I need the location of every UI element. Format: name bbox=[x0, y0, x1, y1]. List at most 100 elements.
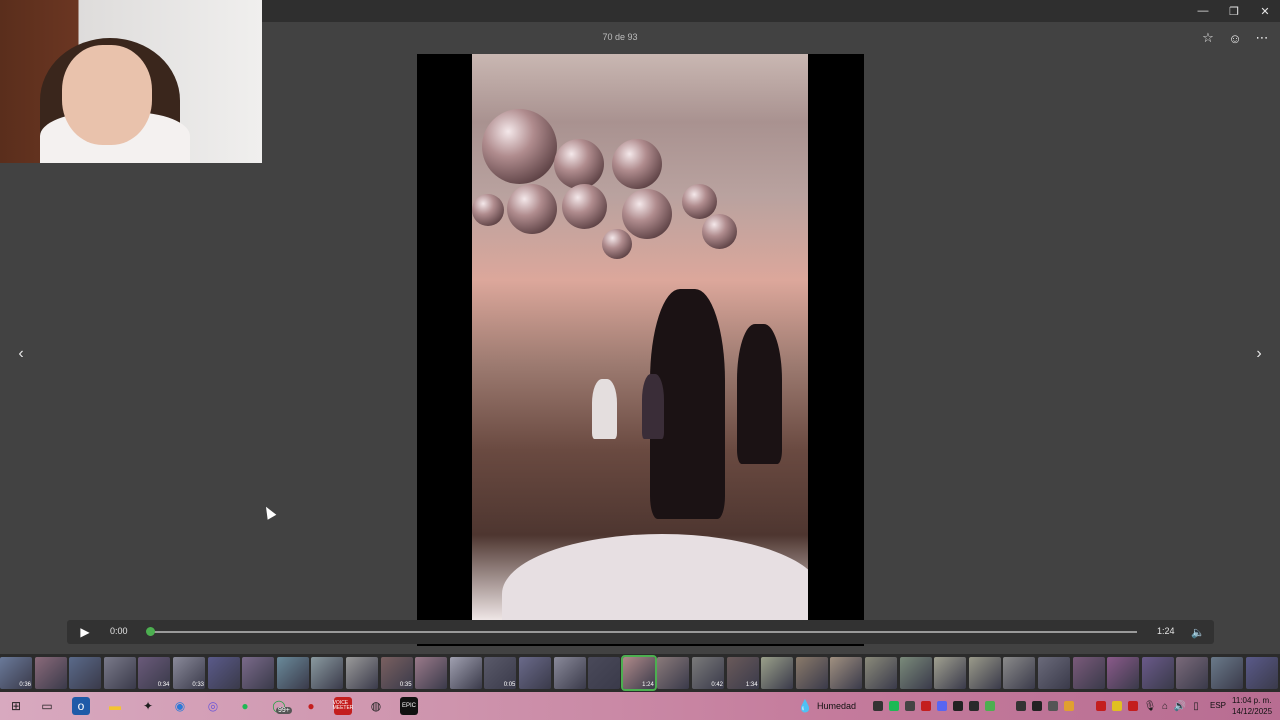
filmstrip-thumbnail[interactable] bbox=[415, 657, 448, 689]
photos-icon[interactable]: ✦ bbox=[139, 697, 157, 715]
filmstrip-thumbnail[interactable] bbox=[899, 657, 932, 689]
tray-icon[interactable] bbox=[1016, 701, 1026, 711]
duration: 1:24 bbox=[1157, 626, 1175, 636]
filmstrip-thumbnail[interactable] bbox=[588, 657, 621, 689]
filmstrip-thumbnail[interactable]: 0:36 bbox=[0, 657, 32, 689]
tray-spotify-icon[interactable] bbox=[889, 701, 899, 711]
filmstrip-thumbnail[interactable]: 0:35 bbox=[380, 657, 413, 689]
disco-ball bbox=[554, 139, 604, 189]
weather-icon[interactable]: 💧 bbox=[796, 697, 814, 715]
minimize-icon[interactable]: — bbox=[1188, 0, 1218, 22]
filmstrip-thumbnail[interactable] bbox=[761, 657, 794, 689]
filmstrip-thumbnail[interactable] bbox=[795, 657, 828, 689]
filmstrip-thumbnail[interactable] bbox=[968, 657, 1001, 689]
filmstrip-thumbnail[interactable] bbox=[34, 657, 67, 689]
filmstrip-thumbnail[interactable] bbox=[1141, 657, 1174, 689]
disco-ball bbox=[612, 139, 662, 189]
seek-track[interactable] bbox=[151, 631, 1137, 633]
playback-controls: ▶ 0:00 1:24 🔈 bbox=[67, 620, 1214, 644]
thumbnail-duration: 1:34 bbox=[745, 682, 758, 688]
filmstrip-thumbnail[interactable] bbox=[103, 657, 136, 689]
battery-icon[interactable]: ▯ bbox=[1187, 697, 1205, 715]
weather-label[interactable]: Humedad bbox=[817, 701, 856, 711]
filmstrip-thumbnail[interactable] bbox=[276, 657, 309, 689]
filmstrip-thumbnail[interactable] bbox=[1176, 657, 1209, 689]
disco-ball bbox=[682, 184, 717, 219]
filmstrip-thumbnail[interactable] bbox=[830, 657, 863, 689]
volume-icon[interactable]: 🔈 bbox=[1190, 624, 1206, 640]
filmstrip-thumbnail[interactable] bbox=[865, 657, 897, 689]
tray-icon[interactable] bbox=[1064, 701, 1074, 711]
filmstrip-thumbnail[interactable] bbox=[1107, 657, 1140, 689]
filmstrip-thumbnail[interactable] bbox=[934, 657, 967, 689]
filmstrip-thumbnail[interactable] bbox=[346, 657, 378, 689]
epic-games-icon[interactable]: EPIC bbox=[400, 697, 418, 715]
app-icon[interactable]: ◎ bbox=[204, 697, 222, 715]
filmstrip-thumbnail[interactable] bbox=[1038, 657, 1070, 689]
filmstrip-thumbnail[interactable] bbox=[1072, 657, 1105, 689]
filmstrip-thumbnail[interactable] bbox=[311, 657, 344, 689]
tray-icon[interactable] bbox=[905, 701, 915, 711]
chrome-icon[interactable]: ◉ bbox=[171, 697, 189, 715]
previous-arrow-icon[interactable]: ‹ bbox=[13, 344, 29, 364]
filmstrip-thumbnail[interactable]: 0:42 bbox=[692, 657, 724, 689]
tray-icon[interactable] bbox=[1032, 701, 1042, 711]
filmstrip-thumbnail[interactable] bbox=[1211, 657, 1243, 689]
filmstrip-thumbnail[interactable] bbox=[242, 657, 275, 689]
play-icon[interactable]: ▶ bbox=[77, 624, 93, 640]
windows-start-icon[interactable]: ⊞ bbox=[7, 697, 25, 715]
tray-icon[interactable] bbox=[1096, 701, 1106, 711]
outlook-icon[interactable]: o bbox=[72, 697, 90, 715]
task-view-icon[interactable]: ▭ bbox=[38, 697, 56, 715]
seek-handle[interactable] bbox=[146, 627, 155, 636]
tray-icon[interactable] bbox=[921, 701, 931, 711]
media-icon[interactable]: ● bbox=[302, 697, 320, 715]
filmstrip: 0:36 0:34 0:33 0:35 0:05 1:24 0:42 1:34 bbox=[0, 654, 1280, 692]
clock-date[interactable]: 14/12/2025 bbox=[1232, 707, 1272, 716]
filmstrip-thumbnail[interactable] bbox=[207, 657, 240, 689]
clock-time[interactable]: 11:04 p. m. bbox=[1232, 696, 1271, 705]
thumbnail-duration: 0:34 bbox=[157, 682, 170, 688]
filmstrip-thumbnail[interactable] bbox=[1245, 657, 1278, 689]
close-icon[interactable]: ✕ bbox=[1250, 0, 1280, 22]
star-icon[interactable]: ☆ bbox=[1199, 29, 1217, 47]
filmstrip-thumbnail[interactable] bbox=[69, 657, 102, 689]
tray-icon[interactable] bbox=[985, 701, 995, 711]
filmstrip-thumbnail[interactable]: 1:34 bbox=[726, 657, 759, 689]
tray-icon[interactable] bbox=[1112, 701, 1122, 711]
filmstrip-thumbnail[interactable]: 0:05 bbox=[484, 657, 517, 689]
file-explorer-icon[interactable]: ▬ bbox=[106, 697, 124, 715]
tray-icon[interactable] bbox=[873, 701, 883, 711]
video-frame[interactable] bbox=[417, 54, 864, 646]
spotify-icon[interactable]: ● bbox=[236, 697, 254, 715]
filmstrip-thumbnail[interactable] bbox=[449, 657, 482, 689]
restore-icon[interactable]: ❐ bbox=[1219, 0, 1249, 22]
item-counter: 70 de 93 bbox=[602, 32, 638, 42]
obs-icon[interactable]: ◍ bbox=[367, 697, 385, 715]
disco-ball bbox=[602, 229, 632, 259]
voicemeeter-icon[interactable]: VOICE MEETER bbox=[333, 697, 353, 715]
tray-icon[interactable] bbox=[969, 701, 979, 711]
tray-icon[interactable] bbox=[1048, 701, 1058, 711]
tray-discord-icon[interactable] bbox=[937, 701, 947, 711]
filmstrip-thumbnail[interactable] bbox=[657, 657, 690, 689]
more-icon[interactable]: ⋯ bbox=[1253, 29, 1271, 47]
thumbnail-duration: 0:42 bbox=[711, 682, 723, 688]
filmstrip-thumbnail[interactable] bbox=[1003, 657, 1036, 689]
language-indicator[interactable]: ESP bbox=[1210, 701, 1226, 710]
disco-ball bbox=[472, 194, 504, 226]
filmstrip-thumbnail[interactable]: 0:33 bbox=[173, 657, 205, 689]
mouse-cursor-icon bbox=[261, 504, 277, 520]
tray-icon[interactable] bbox=[1128, 701, 1138, 711]
filmstrip-thumbnail[interactable] bbox=[553, 657, 586, 689]
next-arrow-icon[interactable]: › bbox=[1251, 344, 1267, 364]
filmstrip-thumbnail[interactable] bbox=[519, 657, 551, 689]
filmstrip-thumbnail[interactable]: 0:34 bbox=[138, 657, 171, 689]
filmstrip-thumbnail[interactable]: 1:24 bbox=[620, 655, 657, 691]
disco-ball bbox=[482, 109, 557, 184]
disco-ball bbox=[622, 189, 672, 239]
smiley-icon[interactable]: ☺ bbox=[1226, 29, 1244, 47]
foreground-shoulder bbox=[502, 534, 808, 620]
tray-icon[interactable] bbox=[953, 701, 963, 711]
webcam-overlay bbox=[0, 0, 262, 163]
